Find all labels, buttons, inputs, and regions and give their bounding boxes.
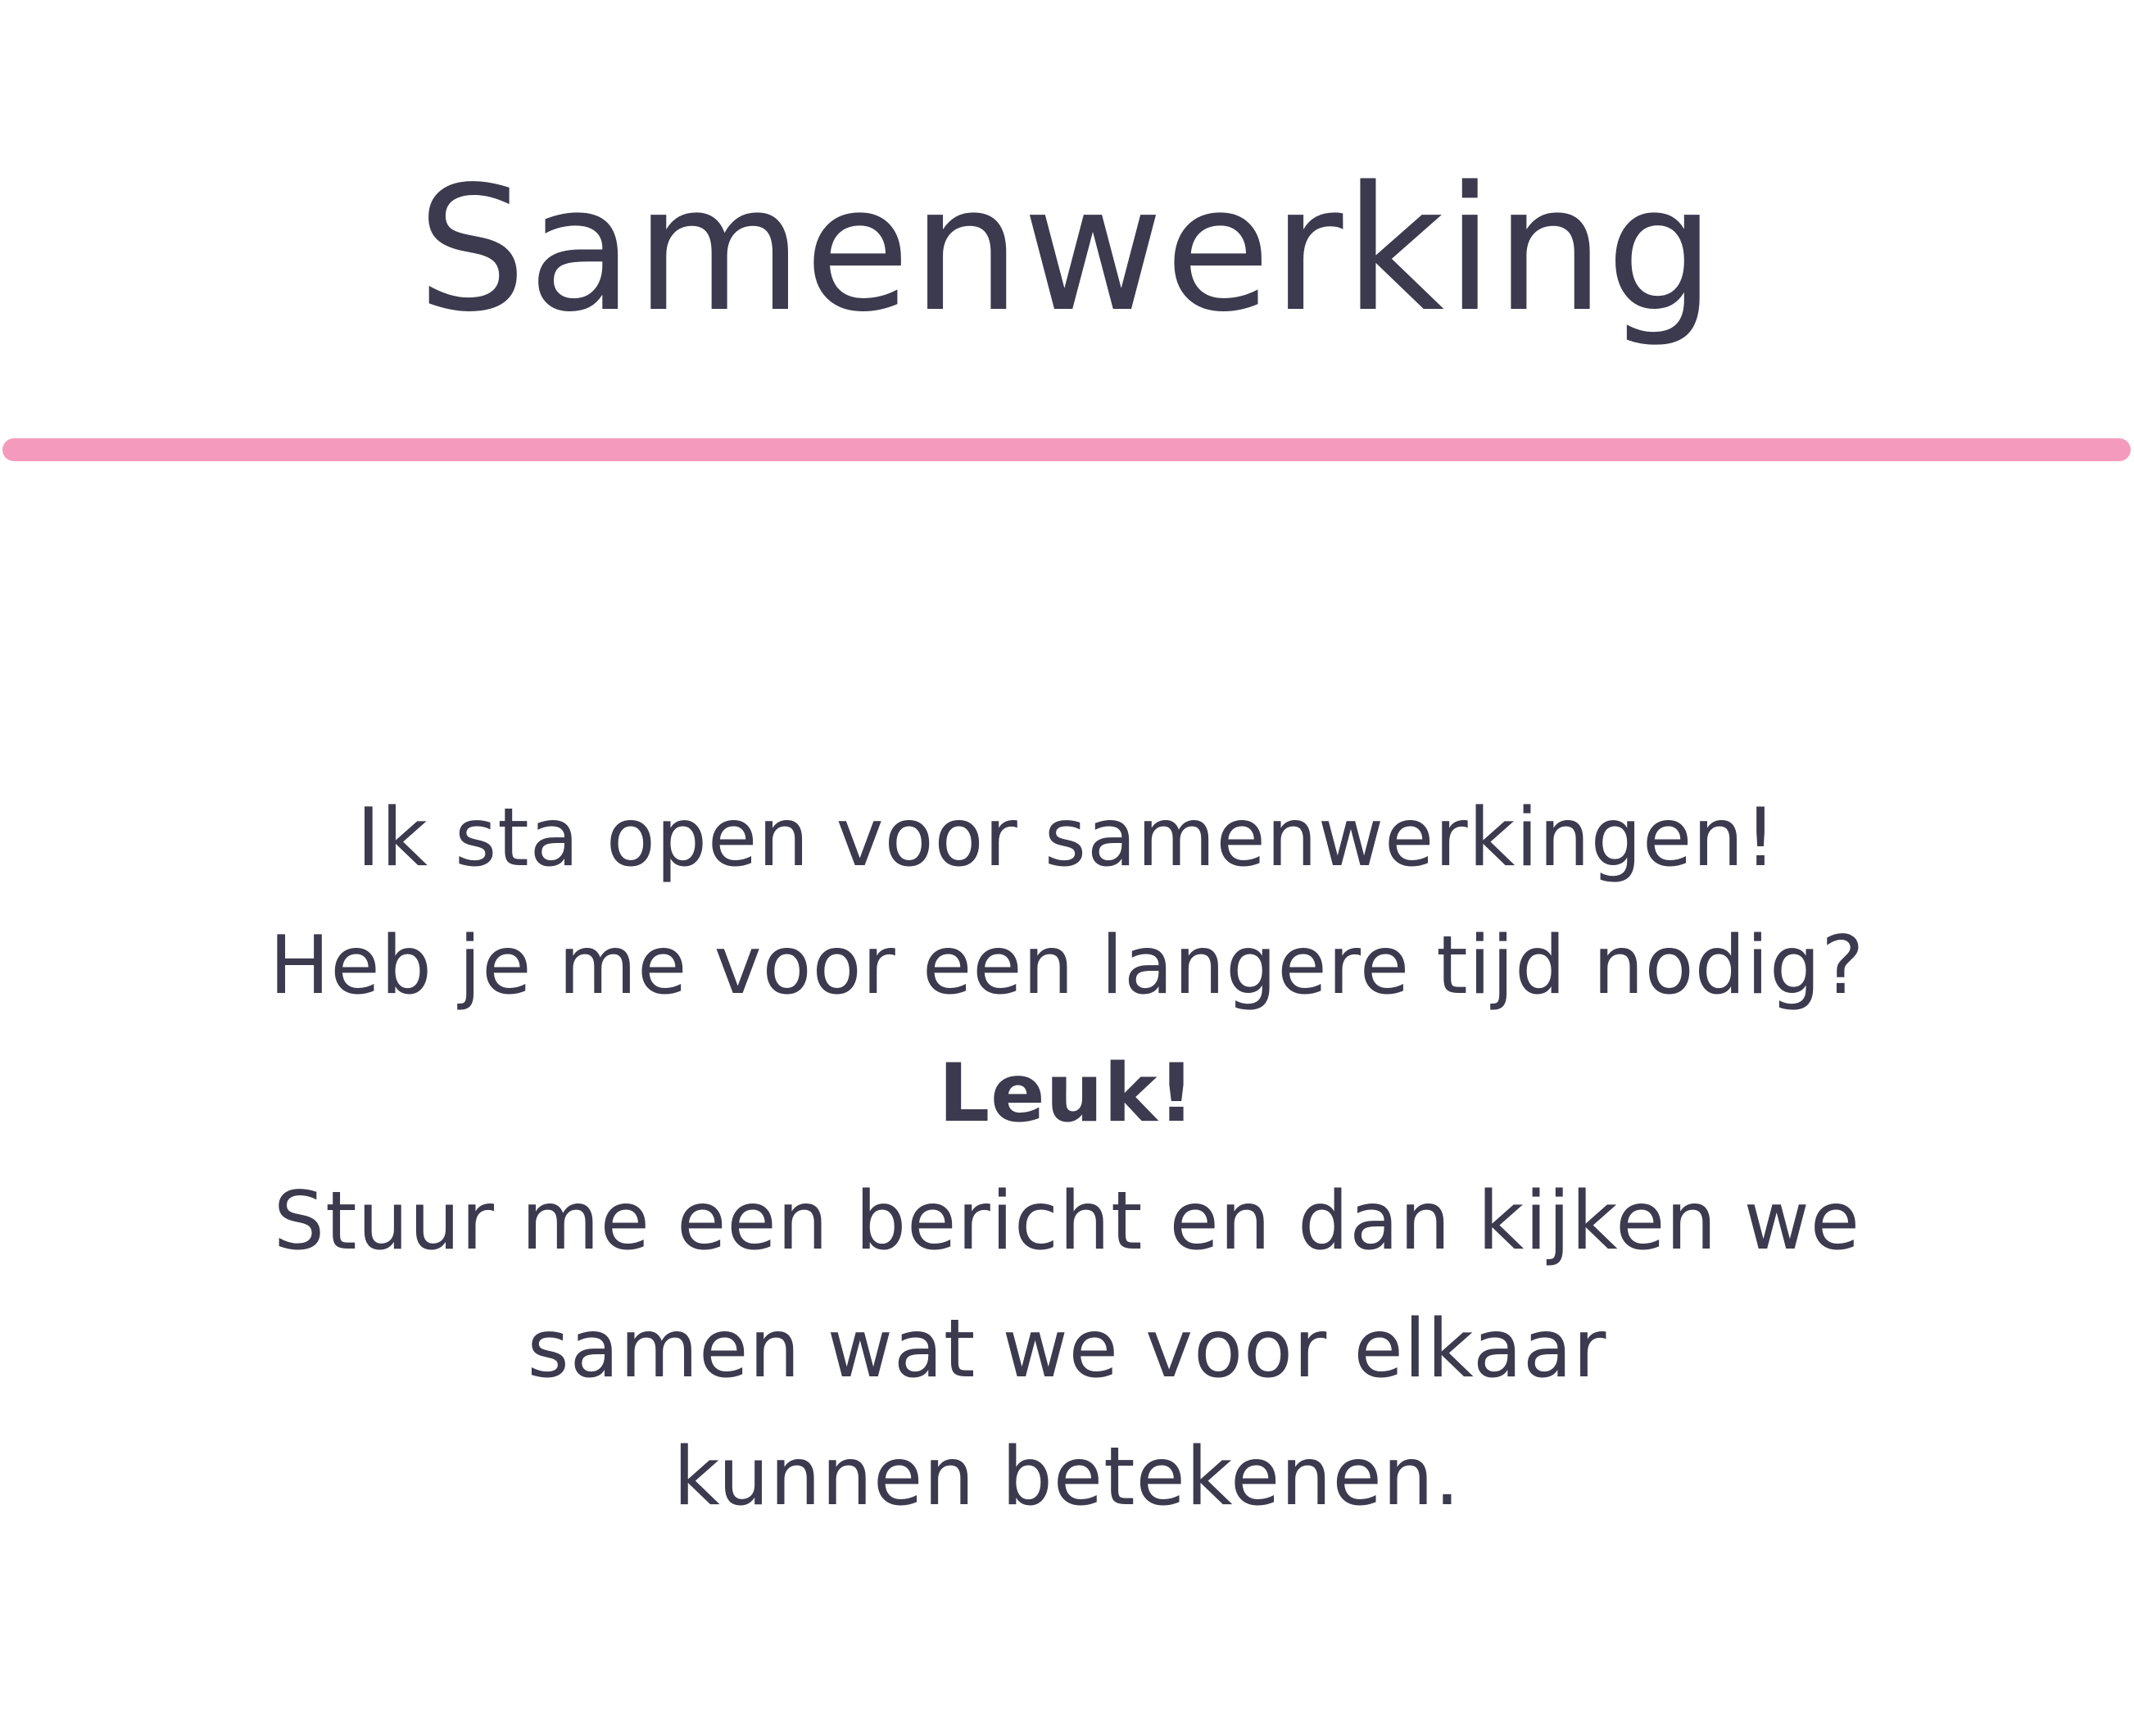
divider bbox=[2, 438, 2131, 461]
message-line-emphasis: Leuk! bbox=[938, 1047, 1196, 1140]
message-line: samen wat we voor elkaar bbox=[527, 1303, 1607, 1396]
message-line: Stuur me een bericht en dan kijken we bbox=[273, 1175, 1861, 1268]
message-line: kunnen betekenen. bbox=[673, 1430, 1461, 1524]
message-line: Heb je me voor een langere tijd nodig? bbox=[269, 919, 1865, 1013]
message-line: Ik sta open voor samenwerkingen! bbox=[356, 791, 1778, 885]
message-block: Ik sta open voor samenwerkingen! Heb je … bbox=[0, 774, 2134, 1541]
page-title: Samenwerking bbox=[417, 149, 1717, 350]
